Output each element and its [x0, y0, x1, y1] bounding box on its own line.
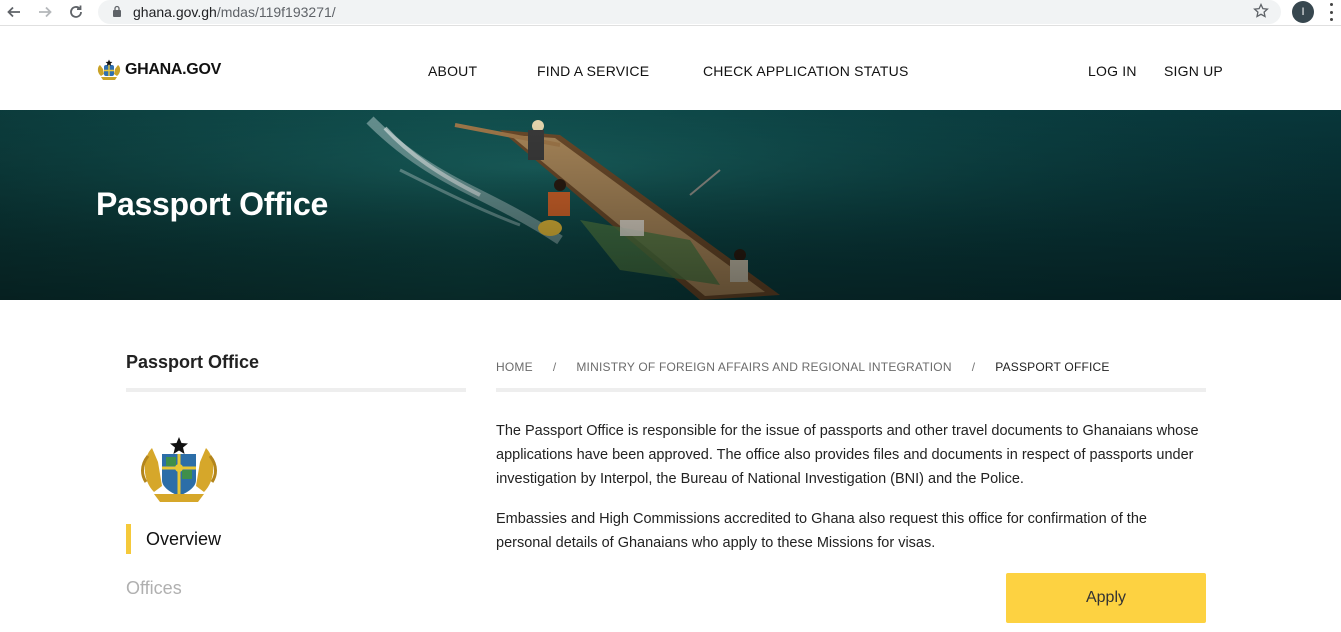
breadcrumb-current: PASSPORT OFFICE	[995, 360, 1110, 374]
hero-banner: Passport Office	[0, 110, 1341, 300]
breadcrumb: HOME / MINISTRY OF FOREIGN AFFAIRS AND R…	[496, 360, 1110, 374]
lock-icon	[113, 5, 121, 17]
breadcrumb-separator: /	[552, 360, 557, 374]
breadcrumb-ministry[interactable]: MINISTRY OF FOREIGN AFFAIRS AND REGIONAL…	[576, 360, 951, 374]
login-link[interactable]: LOG IN	[1088, 63, 1137, 79]
signup-link[interactable]: SIGN UP	[1164, 63, 1223, 79]
apply-button[interactable]: Apply	[1006, 573, 1206, 623]
reload-icon[interactable]	[66, 2, 86, 22]
nav-about[interactable]: ABOUT	[428, 63, 477, 79]
sidebar-divider	[126, 388, 466, 392]
back-arrow-icon[interactable]	[4, 2, 24, 22]
coat-of-arms-icon	[141, 437, 217, 502]
profile-avatar[interactable]: I	[1292, 1, 1314, 23]
sidebar-item-offices[interactable]: Offices	[126, 578, 182, 599]
star-icon[interactable]	[1253, 3, 1269, 19]
nav-find-a-service[interactable]: FIND A SERVICE	[537, 63, 649, 79]
coat-of-arms-icon	[97, 59, 121, 80]
nav-check-application-status[interactable]: CHECK APPLICATION STATUS	[703, 63, 909, 79]
url-path: /mdas/119f193271/	[216, 4, 336, 20]
description-paragraph: The Passport Office is responsible for t…	[496, 423, 1199, 487]
forward-arrow-icon[interactable]	[35, 2, 55, 22]
sidebar-title: Passport Office	[126, 352, 260, 372]
address-bar[interactable]: ghana.gov.gh/mdas/119f193271/	[98, 0, 1281, 24]
content-divider	[496, 388, 1206, 392]
logo-text: GHANA.GOV	[125, 61, 221, 78]
url-host: ghana.gov.gh	[133, 4, 217, 20]
site-logo[interactable]: GHANA.GOV	[96, 59, 221, 81]
breadcrumb-separator: /	[971, 360, 976, 374]
site-header: GHANA.GOV ABOUT FIND A SERVICE CHECK APP…	[0, 30, 1341, 110]
breadcrumb-home[interactable]: HOME	[496, 360, 533, 374]
url-text: ghana.gov.gh/mdas/119f193271/	[133, 4, 336, 20]
menu-icon[interactable]	[1328, 3, 1334, 21]
page-title: Passport Office	[96, 186, 329, 222]
sidebar-item-overview[interactable]: Overview	[126, 524, 221, 554]
browser-toolbar: ghana.gov.gh/mdas/119f193271/ I	[0, 0, 1341, 26]
description-paragraph: Embassies and High Commissions accredite…	[496, 511, 1147, 551]
